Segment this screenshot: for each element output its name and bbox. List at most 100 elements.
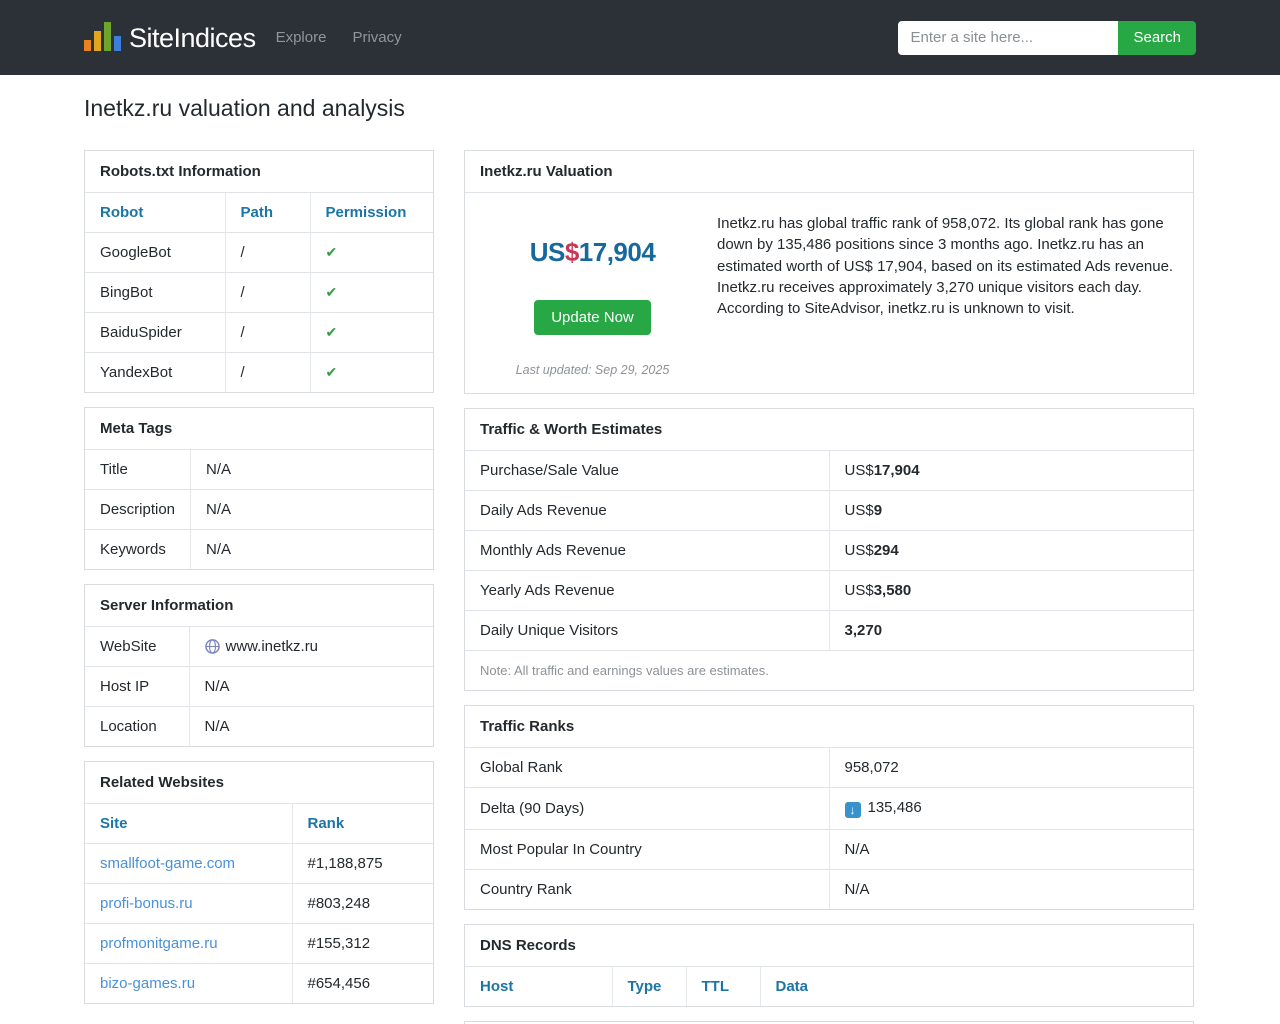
server-info-panel-title: Server Information	[100, 597, 234, 614]
server-value: www.inetkz.ru	[188, 626, 433, 667]
related-site-link[interactable]: profmonitgame.ru	[100, 935, 218, 952]
search-button[interactable]: Search	[1118, 20, 1196, 55]
table-row: Keywords N/A	[85, 529, 433, 569]
bar-chart-logo-icon	[84, 21, 121, 53]
currency-symbol: $	[564, 237, 579, 267]
related-websites-panel-title: Related Websites	[100, 774, 224, 791]
meta-tags-panel: Meta Tags Title N/A Description N/A Keyw…	[84, 407, 434, 570]
estimate-value: US$294	[828, 530, 1193, 571]
robots-table: Robot Path Permission GoogleBot / ✔ Bing…	[85, 192, 433, 392]
traffic-ranks-panel-title: Traffic Ranks	[480, 718, 575, 735]
left-column: Robots.txt Information Robot Path Permis…	[84, 150, 434, 1018]
robots-col-robot: Robot	[85, 192, 225, 233]
related-websites-table: Site Rank smallfoot-game.com #1,188,875 …	[85, 803, 433, 1003]
dns-col-type: Type	[611, 966, 686, 1006]
table-row: Daily Unique Visitors 3,270	[465, 610, 1193, 650]
robot-path: /	[224, 272, 310, 313]
website-url: www.inetkz.ru	[225, 638, 319, 655]
rank-label: Global Rank	[465, 747, 829, 788]
rank-value: ↓ 135,486	[828, 787, 1193, 830]
meta-tags-panel-title: Meta Tags	[100, 420, 173, 437]
server-info-panel: Server Information WebSite www.inetkz.ru	[84, 584, 434, 747]
estimate-label: Daily Unique Visitors	[465, 610, 829, 650]
rank-down-arrow-icon: ↓	[844, 802, 861, 818]
rank-label: Country Rank	[465, 869, 829, 909]
table-row: Description N/A	[85, 489, 433, 530]
related-site-rank: #1,188,875	[291, 843, 433, 884]
robot-path: /	[224, 352, 310, 392]
traffic-ranks-table: Global Rank 958,072 Delta (90 Days) ↓ 135…	[465, 747, 1193, 909]
globe-icon	[204, 639, 220, 654]
related-site-link[interactable]: smallfoot-game.com	[100, 855, 235, 872]
site-search-form: Search	[898, 20, 1196, 55]
table-row: Country Rank N/A	[465, 869, 1193, 909]
server-label: Host IP	[85, 666, 189, 707]
traffic-ranks-panel: Traffic Ranks Global Rank 958,072 Delta …	[464, 705, 1194, 910]
robot-name: BingBot	[85, 272, 225, 313]
meta-value: N/A	[190, 529, 433, 569]
robot-name: GoogleBot	[85, 232, 225, 273]
robots-col-permission: Permission	[309, 192, 433, 233]
meta-label: Description	[85, 489, 191, 530]
meta-tags-table: Title N/A Description N/A Keywords N/A	[85, 449, 433, 569]
robots-panel: Robots.txt Information Robot Path Permis…	[84, 150, 434, 393]
table-row: Host IP N/A	[85, 666, 433, 707]
table-row: smallfoot-game.com #1,188,875	[85, 843, 433, 884]
valuation-panel: Inetkz.ru Valuation US$17,904 Update Now…	[464, 150, 1194, 394]
top-navbar: SiteIndices Explore Privacy Search	[0, 0, 1280, 75]
brand-name: SiteIndices	[129, 22, 256, 53]
traffic-worth-table: Purchase/Sale Value US$17,904 Daily Ads …	[465, 450, 1193, 650]
last-updated-text: Last updated: Sep 29, 2025	[515, 363, 670, 377]
meta-value: N/A	[190, 489, 433, 530]
page-content: Inetkz.ru valuation and analysis Robots.…	[0, 95, 1280, 1024]
traffic-worth-panel: Traffic & Worth Estimates Purchase/Sale …	[464, 408, 1194, 691]
related-websites-panel: Related Websites Site Rank smallfoot-gam…	[84, 761, 434, 1004]
estimates-note: Note: All traffic and earnings values ar…	[465, 650, 1193, 690]
table-row: GoogleBot / ✔	[85, 232, 433, 273]
meta-label: Title	[85, 449, 191, 490]
table-row: BaiduSpider / ✔	[85, 312, 433, 353]
dns-col-data: Data	[759, 966, 1193, 1006]
valuation-description: Inetkz.ru has global traffic rank of 958…	[717, 215, 1174, 318]
related-site-link[interactable]: profi-bonus.ru	[100, 895, 193, 912]
related-site-rank: #803,248	[291, 883, 433, 924]
right-column: Inetkz.ru Valuation US$17,904 Update Now…	[464, 150, 1194, 1024]
related-site-link[interactable]: bizo-games.ru	[100, 975, 195, 992]
server-label: WebSite	[85, 626, 189, 667]
rank-label: Most Popular In Country	[465, 829, 829, 870]
estimate-label: Purchase/Sale Value	[465, 450, 829, 491]
table-row: Delta (90 Days) ↓ 135,486	[465, 787, 1193, 830]
brand-logo[interactable]: SiteIndices	[84, 21, 256, 53]
page-title: Inetkz.ru valuation and analysis	[84, 95, 405, 121]
rank-value: N/A	[828, 869, 1193, 909]
nav-link-explore[interactable]: Explore	[276, 29, 327, 46]
meta-value: N/A	[190, 449, 433, 490]
rank-value: N/A	[828, 829, 1193, 870]
check-icon: ✔	[325, 324, 338, 340]
estimate-value: 3,270	[828, 610, 1193, 650]
dns-records-panel-title: DNS Records	[480, 937, 576, 954]
estimate-value: US$3,580	[828, 570, 1193, 611]
dns-records-table: Host Type TTL Data	[465, 966, 1193, 1006]
update-now-button[interactable]: Update Now	[534, 300, 651, 335]
estimate-label: Yearly Ads Revenue	[465, 570, 829, 611]
meta-label: Keywords	[85, 529, 191, 569]
nav-link-privacy[interactable]: Privacy	[352, 29, 401, 46]
server-value: N/A	[188, 706, 433, 746]
dns-col-ttl: TTL	[685, 966, 760, 1006]
table-row: Title N/A	[85, 449, 433, 490]
server-label: Location	[85, 706, 189, 746]
search-input[interactable]	[898, 20, 1119, 55]
main-nav: Explore Privacy	[276, 29, 402, 46]
table-row: Daily Ads Revenue US$9	[465, 490, 1193, 531]
table-row: BingBot / ✔	[85, 272, 433, 313]
table-row: Location N/A	[85, 706, 433, 746]
table-row: Global Rank 958,072	[465, 747, 1193, 788]
check-icon: ✔	[325, 244, 338, 260]
robots-panel-title: Robots.txt Information	[100, 163, 261, 180]
estimate-value: US$9	[828, 490, 1193, 531]
related-site-rank: #155,312	[291, 923, 433, 964]
table-row: WebSite www.inetkz.ru	[85, 626, 433, 667]
server-info-table: WebSite www.inetkz.ru Host IP N/A Locati…	[85, 626, 433, 746]
table-row: profmonitgame.ru #155,312	[85, 923, 433, 964]
